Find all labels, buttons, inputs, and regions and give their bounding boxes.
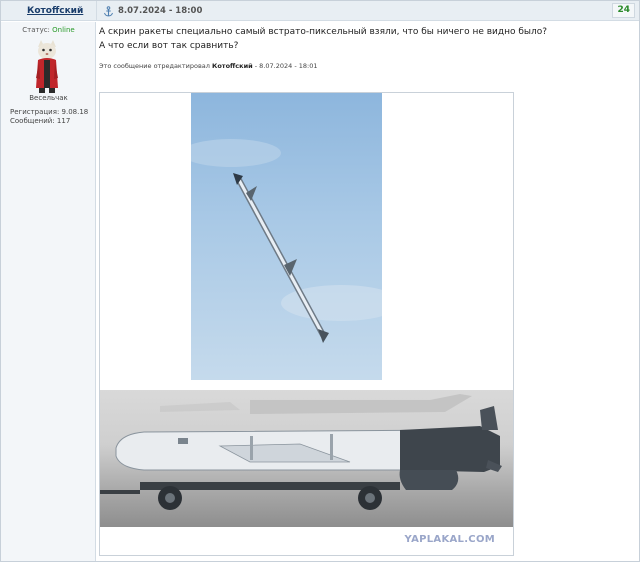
user-posts-count: Сообщений: 117 <box>10 117 71 125</box>
post-header: Котоffский 8.07.2024 - 18:00 24 <box>1 1 639 21</box>
user-panel: Статус: Online Весельчак Регистрация: 9.… <box>1 22 96 561</box>
message-line: А скрин ракеты специально самый встрато-… <box>99 27 548 37</box>
status-value: Online <box>52 26 75 34</box>
post-date: 8.07.2024 - 18:00 <box>118 6 203 16</box>
post-number-link[interactable]: 24 <box>612 3 635 18</box>
post-image[interactable]: YAPLAKAL.COM <box>99 92 514 556</box>
edited-by: Котоffский <box>212 62 253 70</box>
forum-post: Котоffский 8.07.2024 - 18:00 24 Статус: … <box>0 0 640 562</box>
missile-photo-sky <box>181 93 401 380</box>
edited-date: - 8.07.2024 - 18:01 <box>254 62 318 70</box>
missile-photo-ground <box>100 390 513 527</box>
user-rank: Весельчак <box>29 94 68 102</box>
avatar[interactable] <box>33 38 61 94</box>
status-label: Статус: <box>22 26 50 34</box>
edited-prefix: Это сообщение отредактировал <box>99 62 210 70</box>
author-name-link[interactable]: Котоffский <box>27 6 83 16</box>
post-meta: 8.07.2024 - 18:00 <box>96 1 202 21</box>
post-content: А скрин ракеты специально самый встрато-… <box>99 25 629 70</box>
user-status: Статус: Online <box>1 26 96 34</box>
anchor-icon[interactable] <box>103 5 114 17</box>
edited-note: Это сообщение отредактировал Котоffский … <box>99 62 629 70</box>
message-line: А что если вот так сравнить? <box>99 41 239 51</box>
user-registration: Регистрация: 9.08.18 <box>10 108 89 116</box>
watermark: YAPLAKAL.COM <box>404 534 495 545</box>
